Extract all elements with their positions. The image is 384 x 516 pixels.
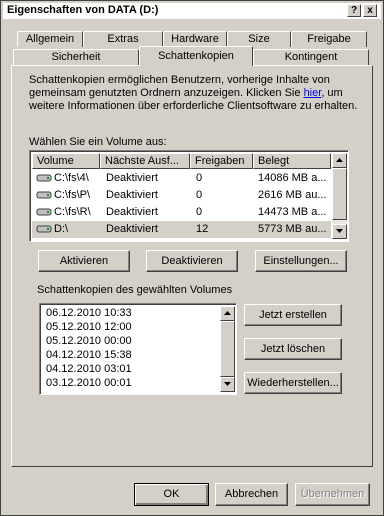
volume-list[interactable]: Volume Nächste Ausf... Freigaben Belegt … xyxy=(29,150,349,242)
scroll-thumb[interactable] xyxy=(220,321,235,377)
volume-next-run: Deaktiviert xyxy=(106,206,158,218)
tab-label: Allgemein xyxy=(25,33,75,45)
volume-row[interactable]: C:\fs\R\ Deaktiviert 0 14473 MB a... xyxy=(32,204,331,221)
volume-row[interactable]: C:\fs\P\ Deaktiviert 0 2616 MB au... xyxy=(32,187,331,204)
column-header-volume[interactable]: Volume xyxy=(32,153,100,169)
column-header-used[interactable]: Belegt xyxy=(253,153,331,169)
cancel-label: Abbrechen xyxy=(224,488,279,500)
arrow-down-icon xyxy=(224,382,231,386)
description-text: Schattenkopien ermöglichen Benutzern, vo… xyxy=(29,74,369,113)
deactivate-button[interactable]: Deaktivieren xyxy=(146,250,238,272)
settings-button-label: Einstellungen... xyxy=(263,255,339,267)
volume-row-selected[interactable]: D:\ Deaktiviert 12 5773 MB au... xyxy=(32,221,331,238)
create-now-button[interactable]: Jetzt erstellen xyxy=(244,304,342,326)
column-header-shares[interactable]: Freigaben xyxy=(190,153,253,169)
tab-label: Hardware xyxy=(171,33,219,45)
tab-panel: Schattenkopien ermöglichen Benutzern, vo… xyxy=(11,65,373,467)
drive-icon xyxy=(36,172,52,186)
activate-button-label: Aktivieren xyxy=(59,255,109,267)
info-link[interactable]: hier xyxy=(304,87,322,99)
arrow-up-icon xyxy=(336,158,343,162)
description-line-2-text: gemeinsam genutzten Ordnern anzuzeigen. … xyxy=(29,87,304,99)
help-button[interactable]: ? xyxy=(347,4,361,17)
restore-label: Wiederherstellen... xyxy=(247,377,339,389)
ok-label: OK xyxy=(163,488,180,500)
tab-label: Size xyxy=(248,33,270,45)
arrow-up-icon xyxy=(224,311,231,315)
tab-allgemein[interactable]: Allgemein xyxy=(17,31,83,47)
scroll-up-button[interactable] xyxy=(332,153,347,168)
volume-name: C:\fs\P\ xyxy=(54,189,91,201)
volume-name: C:\fs\R\ xyxy=(54,206,91,218)
tab-label: Schattenkopien xyxy=(158,50,234,62)
volume-next-run: Deaktiviert xyxy=(106,223,158,235)
tab-sicherheit[interactable]: Sicherheit xyxy=(13,49,139,65)
arrow-down-icon xyxy=(336,229,343,233)
volume-row[interactable]: C:\fs\4\ Deaktiviert 0 14086 MB a... xyxy=(32,170,331,187)
volume-shares: 0 xyxy=(196,172,203,184)
snapshot-item[interactable]: 03.12.2010 00:01 xyxy=(46,377,132,390)
drive-icon xyxy=(36,223,52,237)
drive-icon xyxy=(36,189,52,203)
volume-shares: 12 xyxy=(196,223,209,235)
delete-now-button[interactable]: Jetzt löschen xyxy=(244,338,342,360)
volume-used: 5773 MB au... xyxy=(258,223,327,235)
tab-label: Freigabe xyxy=(307,33,351,45)
tab-label: Sicherheit xyxy=(51,51,101,63)
snapshot-item[interactable]: 04.12.2010 15:38 xyxy=(46,349,132,362)
scroll-up-button[interactable] xyxy=(220,306,235,321)
tab-label: Kontingent xyxy=(284,51,338,63)
apply-button[interactable]: Übernehmen xyxy=(295,483,370,506)
tab-freigabe[interactable]: Freigabe xyxy=(291,31,367,47)
volume-name: C:\fs\4\ xyxy=(54,172,89,184)
window-title: Eigenschaften von DATA (D:) xyxy=(7,4,159,16)
volume-list-label: Wählen Sie ein Volume aus: xyxy=(29,136,167,148)
description-line-2: gemeinsam genutzten Ordnern anzuzeigen. … xyxy=(29,87,369,100)
snapshots-group-label: Schattenkopien des gewählten Volumes xyxy=(35,284,235,296)
description-line-3: weitere Informationen über erforderliche… xyxy=(29,100,358,112)
volume-next-run: Deaktiviert xyxy=(106,189,158,201)
deactivate-button-label: Deaktivieren xyxy=(161,255,223,267)
snapshot-item[interactable]: 06.12.2010 10:33 xyxy=(46,307,132,320)
apply-label: Übernehmen xyxy=(300,488,365,500)
delete-now-label: Jetzt löschen xyxy=(260,343,326,355)
snapshot-item[interactable]: 05.12.2010 00:00 xyxy=(46,335,132,348)
description-line-2-end: , um xyxy=(321,87,343,99)
volume-used: 14473 MB a... xyxy=(258,206,327,218)
close-button[interactable]: x xyxy=(363,4,377,17)
activate-button[interactable]: Aktivieren xyxy=(38,250,130,272)
tab-size[interactable]: Size xyxy=(227,31,291,47)
scroll-down-button[interactable] xyxy=(220,377,235,392)
volume-shares: 0 xyxy=(196,206,203,218)
tab-label: Extras xyxy=(107,33,139,45)
tab-hardware[interactable]: Hardware xyxy=(163,31,227,47)
title-bar[interactable]: Eigenschaften von DATA (D:) ? x xyxy=(3,3,381,19)
drive-icon xyxy=(36,206,52,220)
close-icon: x xyxy=(367,5,373,16)
restore-button[interactable]: Wiederherstellen... xyxy=(244,372,342,394)
volume-used: 14086 MB a... xyxy=(258,172,327,184)
volume-used: 2616 MB au... xyxy=(258,189,327,201)
snapshot-item[interactable]: 04.12.2010 03:01 xyxy=(46,363,132,376)
tab-extras[interactable]: Extras xyxy=(83,31,163,47)
column-header-next-run[interactable]: Nächste Ausf... xyxy=(100,153,190,169)
create-now-label: Jetzt erstellen xyxy=(259,309,327,321)
ok-button[interactable]: OK xyxy=(134,483,209,506)
volume-shares: 0 xyxy=(196,189,203,201)
properties-dialog: Eigenschaften von DATA (D:) ? x Allgemei… xyxy=(0,0,384,516)
scroll-thumb[interactable] xyxy=(332,168,347,220)
snapshot-item[interactable]: 05.12.2010 12:00 xyxy=(46,321,132,334)
tab-schattenkopien[interactable]: Schattenkopien xyxy=(139,46,253,66)
snapshot-list[interactable]: 06.12.2010 10:33 05.12.2010 12:00 05.12.… xyxy=(39,303,237,395)
help-icon: ? xyxy=(350,5,358,16)
volume-next-run: Deaktiviert xyxy=(106,172,158,184)
tab-kontingent[interactable]: Kontingent xyxy=(253,49,369,65)
volume-name: D:\ xyxy=(54,223,69,235)
scroll-down-button[interactable] xyxy=(332,224,347,239)
settings-button[interactable]: Einstellungen... xyxy=(255,250,347,272)
cancel-button[interactable]: Abbrechen xyxy=(215,483,288,506)
description-line-1: Schattenkopien ermöglichen Benutzern, vo… xyxy=(29,74,330,86)
